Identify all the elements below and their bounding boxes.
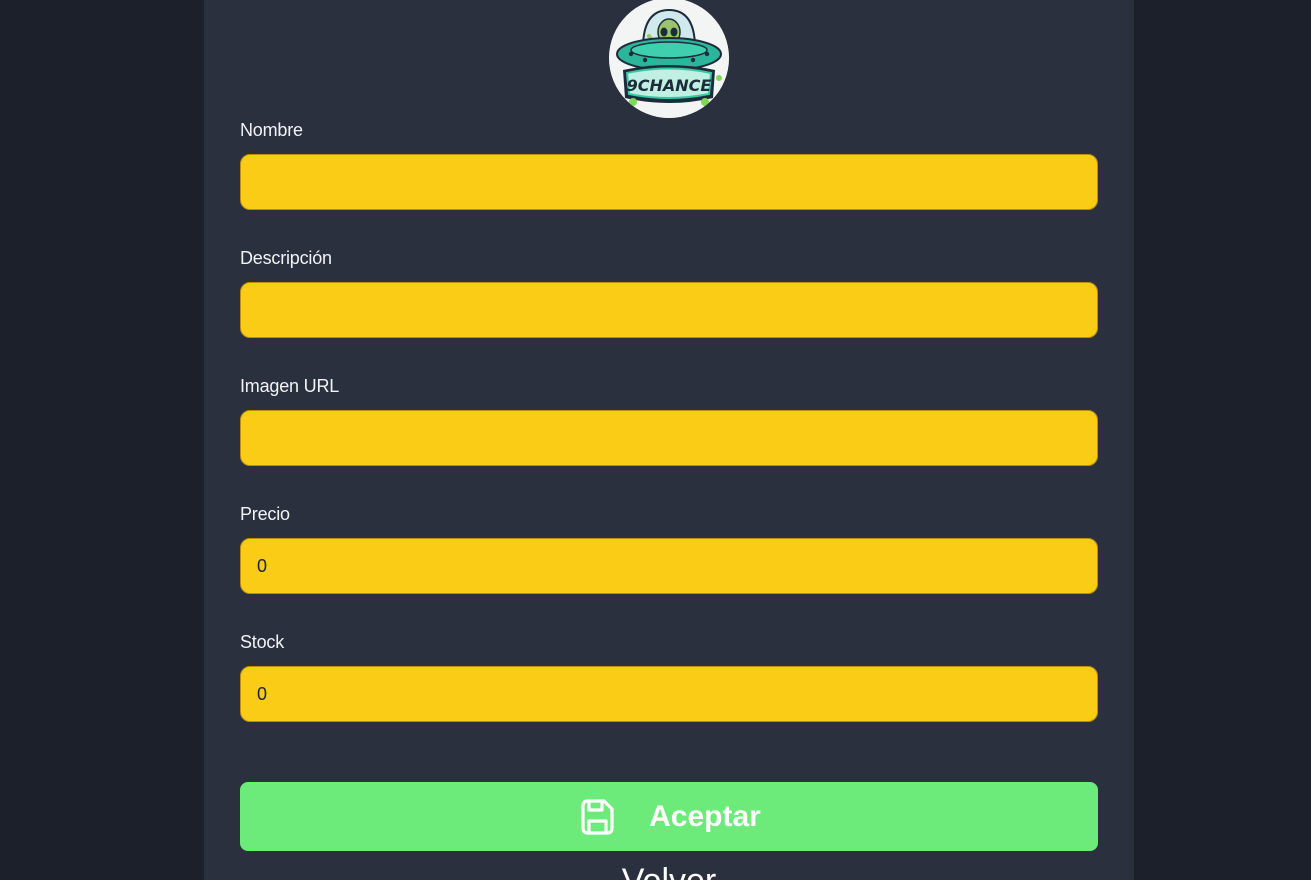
product-form: Nombre Descripción Imagen URL Precio Sto… (240, 118, 1098, 758)
precio-input[interactable] (240, 538, 1098, 594)
nombre-label: Nombre (240, 120, 303, 140)
field-precio: Precio (240, 502, 1098, 594)
imagen-url-label: Imagen URL (240, 376, 340, 396)
stock-label: Stock (240, 632, 285, 652)
form-panel: 9CHANCE Nombre Descripción Imagen URL Pr… (204, 0, 1134, 880)
stock-input[interactable] (240, 666, 1098, 722)
imagen-url-input[interactable] (240, 410, 1098, 466)
field-stock: Stock (240, 630, 1098, 722)
field-descripcion: Descripción (240, 246, 1098, 338)
brand-logo: 9CHANCE (609, 0, 729, 118)
precio-label: Precio (240, 504, 290, 524)
accept-button-label: Aceptar (649, 799, 761, 833)
accept-button[interactable]: Aceptar (240, 782, 1098, 851)
nombre-input[interactable] (240, 154, 1098, 210)
back-link[interactable]: Volver (204, 864, 1134, 880)
field-nombre: Nombre (240, 118, 1098, 210)
alien-ufo-logo-icon: 9CHANCE (609, 0, 729, 118)
save-icon (577, 797, 617, 837)
descripcion-label: Descripción (240, 248, 332, 268)
logo-text: 9CHANCE (627, 76, 712, 95)
descripcion-input[interactable] (240, 282, 1098, 338)
field-imagen-url: Imagen URL (240, 374, 1098, 466)
